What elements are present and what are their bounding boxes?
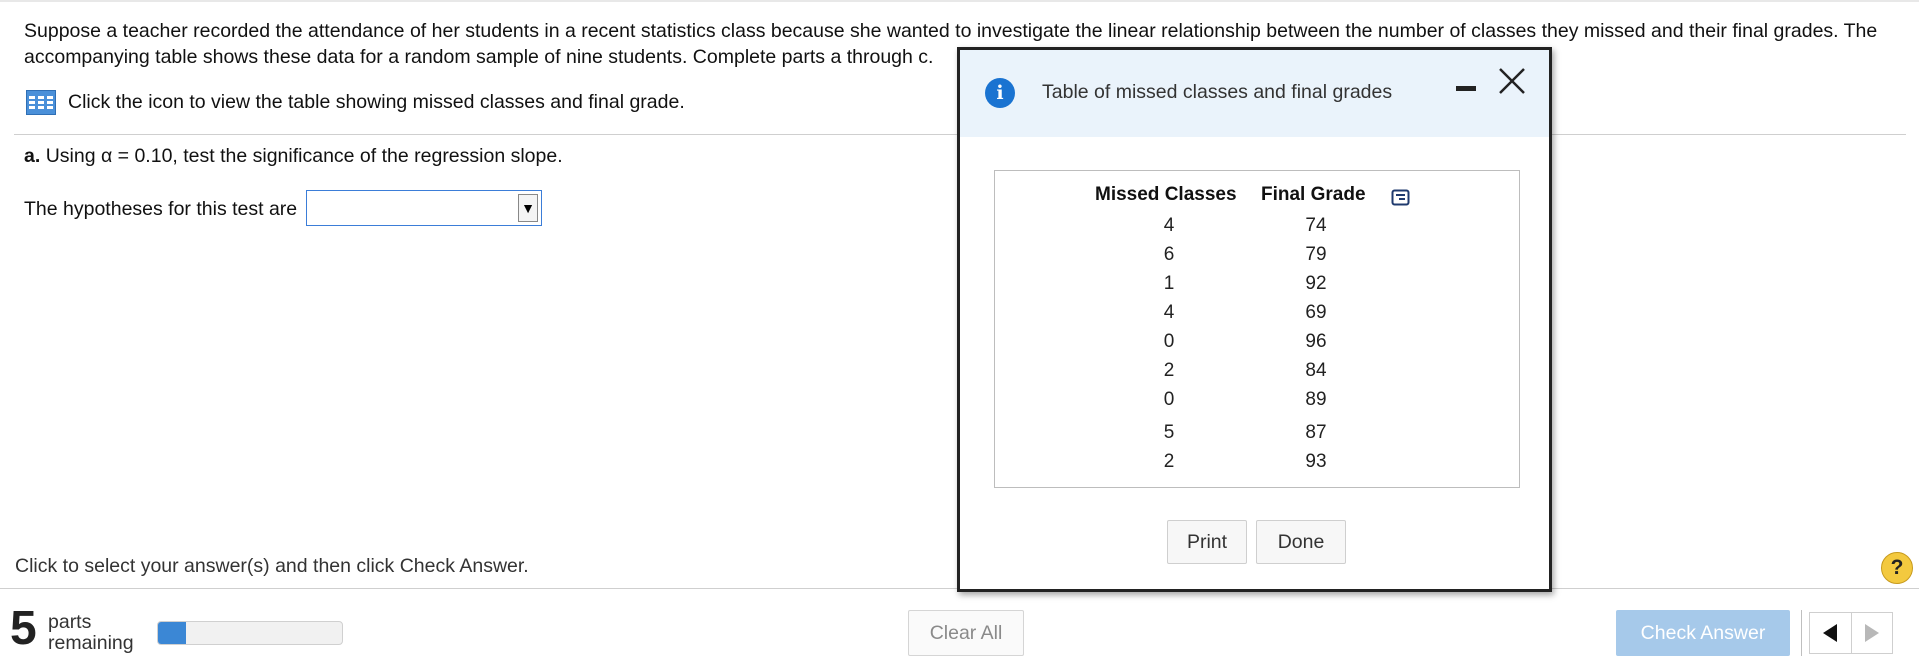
part-a-label: a. [24, 145, 41, 167]
next-button[interactable] [1850, 613, 1893, 653]
minimize-icon[interactable] [1456, 86, 1476, 91]
cell-final-grade: 93 [1305, 451, 1327, 472]
cell-final-grade: 92 [1305, 273, 1327, 294]
dialog-header: i Table of missed classes and final grad… [960, 50, 1549, 137]
progress-bar [157, 621, 343, 645]
part-a-prompt: a. Using α = 0.10, test the significance… [24, 145, 563, 168]
hypotheses-dropdown[interactable]: ▼ [306, 190, 542, 226]
col-header-grade: Final Grade [1261, 184, 1366, 205]
parts-remaining-label: parts remaining [48, 612, 134, 654]
part-a-text: Using α = 0.10, test the significance of… [45, 145, 563, 167]
nav-divider [1801, 610, 1802, 656]
hypotheses-label: The hypotheses for this test are [24, 198, 298, 220]
cell-final-grade: 89 [1305, 389, 1327, 410]
clear-all-button[interactable]: Clear All [908, 610, 1024, 656]
close-icon[interactable] [1497, 66, 1527, 96]
parts-remaining-count: 5 [10, 602, 37, 655]
view-table-text[interactable]: Click the icon to view the table showing… [68, 91, 685, 114]
cell-missed-classes: 2 [1163, 360, 1175, 381]
info-icon: i [985, 78, 1015, 108]
cell-missed-classes: 4 [1163, 302, 1175, 323]
arrow-left-icon [1823, 624, 1838, 642]
parts-label-line2: remaining [48, 632, 134, 654]
done-button[interactable]: Done [1256, 520, 1346, 564]
table-dialog: i Table of missed classes and final grad… [957, 47, 1552, 592]
col-header-missed: Missed Classes [1095, 184, 1237, 205]
parts-label-line1: parts [48, 611, 92, 633]
cell-final-grade: 84 [1305, 360, 1327, 381]
cell-final-grade: 87 [1305, 422, 1327, 443]
cell-final-grade: 74 [1305, 215, 1327, 236]
table-grid-icon[interactable] [26, 90, 56, 115]
cell-missed-classes: 0 [1163, 389, 1175, 410]
data-table: Missed Classes Final Grade 4 74 6 79 1 92 4 69 0… [994, 170, 1520, 488]
help-icon[interactable]: ? [1881, 552, 1913, 584]
cell-missed-classes: 0 [1163, 331, 1175, 352]
cell-final-grade: 79 [1305, 244, 1327, 265]
top-border [0, 0, 1919, 2]
cell-missed-classes: 6 [1163, 244, 1175, 265]
dropdown-arrow-icon[interactable]: ▼ [518, 194, 538, 222]
cell-missed-classes: 1 [1163, 273, 1175, 294]
progress-fill [158, 622, 186, 644]
arrow-right-icon [1864, 624, 1879, 642]
cell-missed-classes: 5 [1163, 422, 1175, 443]
view-table-link[interactable]: Click the icon to view the table showing… [26, 90, 685, 115]
cell-final-grade: 69 [1305, 302, 1327, 323]
question-nav [1809, 612, 1893, 654]
instruction-text: Click to select your answer(s) and then … [15, 555, 529, 577]
check-answer-button[interactable]: Check Answer [1616, 610, 1790, 656]
cell-final-grade: 96 [1305, 331, 1327, 352]
cell-missed-classes: 4 [1163, 215, 1175, 236]
dialog-title: Table of missed classes and final grades [1042, 81, 1393, 103]
cell-missed-classes: 2 [1163, 451, 1175, 472]
copy-table-icon[interactable] [1391, 187, 1411, 207]
print-button[interactable]: Print [1167, 520, 1247, 564]
previous-button[interactable] [1810, 613, 1851, 653]
